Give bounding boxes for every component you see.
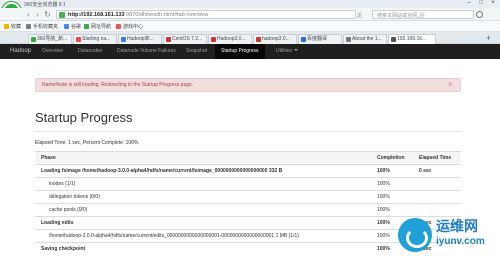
back-icon[interactable]: ‹ [24,10,33,19]
new-tab-icon[interactable]: + [486,34,491,43]
completion-cell: 100% [377,233,390,239]
browser-tab[interactable]: Hadoop单... [118,34,162,44]
watermark-url: iyunv.com [436,236,485,247]
bookmark-item[interactable]: 游戏中心 [116,23,143,30]
caret-down-icon [294,49,299,51]
completion-cell: 100% [377,246,390,252]
refresh-icon[interactable]: ↻ [43,10,52,19]
tab-favicon-icon [391,37,396,42]
search-icon[interactable] [476,11,483,18]
browser-tab[interactable]: Hadoop3.0... [208,34,252,44]
star-icon [4,24,9,29]
alert-message: NameNode is still loading. Redirecting t… [42,82,194,88]
browser-search-input[interactable]: 搜索本网站或全网_后 [372,10,474,19]
table-row: Loading fsimage /home/hadoop-3.0.0-alpha… [35,164,461,176]
bookmark-item[interactable]: 谷歌 [64,23,81,30]
close-window-icon[interactable]: × [488,0,498,7]
completion-cell: 100% [377,194,390,200]
completion-cell: 100% [377,207,390,213]
close-icon[interactable]: × [448,80,453,89]
nav-startup-progress[interactable]: Startup Progress [215,44,265,59]
minimize-icon[interactable]: – [464,0,474,7]
tab-favicon-icon [346,37,351,42]
tab-favicon-icon [31,37,36,42]
browser-tab-strip: 360导航_新... Starting na... Hadoop单... Cen… [0,32,500,44]
site-watermark: 运维网 iyunv.com [394,212,500,256]
phase-cell: Saving checkpoint [41,246,86,252]
title-divider [35,131,461,132]
completion-cell: 100% [377,181,390,187]
nav-datanode-volume-failures[interactable]: Datanode Volume Failures [117,44,176,59]
bookmark-item[interactable]: 收藏 [4,23,21,30]
watermark-logo-icon [398,218,432,252]
browser-tab[interactable]: hadoop3.0... [253,34,297,44]
bookmark-item[interactable]: 网址导航 [84,23,111,30]
hadoop-brand[interactable]: Hadoop [10,44,31,59]
browser-tab[interactable]: 360导航_新... [28,34,72,44]
forward-icon[interactable]: › [33,10,42,19]
header-elapsed: Elapsed Time [419,155,452,161]
url-right-text: 迅 [357,13,363,19]
address-bar: ‹ › ↻ http://192.168.161.133:9870/dfshea… [0,8,500,21]
header-phase: Phase [41,155,56,161]
table-header-row: Phase Completion Elapsed Time [35,151,461,163]
page-title: Startup Progress [35,110,133,125]
browser-titlebar: 360安全浏览器 8.1 – □ × [0,0,500,8]
phase-cell: Loading edits [41,220,74,226]
header-completion: Completion [377,155,405,161]
elapsed-cell: 0 sec [419,168,432,174]
browser-tab[interactable]: 百度翻译 [298,34,342,44]
window-controls: – □ × [464,0,498,7]
page-security-icon [59,12,65,18]
table-row: inodes (1/1) 100% [35,177,461,189]
phase-cell: Loading fsimage /home/hadoop-3.0.0-alpha… [41,168,283,174]
browser-tab[interactable]: About the 1... [343,34,387,44]
nav-datanodes[interactable]: Datanodes [78,44,102,59]
tab-favicon-icon [76,37,81,42]
elapsed-summary: Elapsed Time: 1 sec, Percent Complete: 1… [35,140,139,146]
loading-alert: NameNode is still loading. Redirecting t… [35,78,461,92]
table-row: delegation tokens (0/0) 100% [35,190,461,202]
nav-snapshot[interactable]: Snapshot [186,44,207,59]
url-text: http://192.168.161.133:9870/dfshealth.ht… [68,12,209,18]
game-icon [116,24,121,29]
nav-utilities[interactable]: Utilities [276,44,299,59]
google-icon [64,24,69,29]
tab-favicon-icon [211,37,216,42]
browser-tab-active[interactable]: 192.168.16... [388,34,436,44]
nav-overview[interactable]: Overview [42,44,63,59]
completion-cell: 100% [377,168,390,174]
bookmarks-bar: 收藏 手机收藏夹 谷歌 网址导航 游戏中心 [0,21,500,32]
tab-favicon-icon [121,37,126,42]
url-input[interactable]: http://192.168.161.133:9870/dfshealth.ht… [56,10,362,19]
maximize-icon[interactable]: □ [476,0,486,7]
phase-cell: cache pools (0/0) [49,207,88,213]
window-title: 360安全浏览器 8.1 [24,2,66,8]
phase-cell: inodes (1/1) [49,181,76,187]
phone-icon [26,24,31,29]
tab-favicon-icon [166,37,171,42]
bookmark-item[interactable]: 手机收藏夹 [26,23,58,30]
search-placeholder: 搜索本网站或全网_后 [377,13,425,19]
browser-tab[interactable]: Starting na... [73,34,117,44]
phase-cell: /home/hadoop-3.0.0-alpha4/hdfs/name/curr… [49,233,299,239]
hadoop-navbar: Hadoop Overview Datanodes Datanode Volum… [0,44,500,59]
nav-site-icon [84,24,89,29]
tab-favicon-icon [256,37,261,42]
completion-cell: 100% [377,220,390,226]
browser-tab[interactable]: CentOS 7.2... [163,34,207,44]
phase-cell: delegation tokens (0/0) [49,194,100,200]
tab-favicon-icon [301,37,306,42]
watermark-cn: 运维网 [436,218,478,234]
